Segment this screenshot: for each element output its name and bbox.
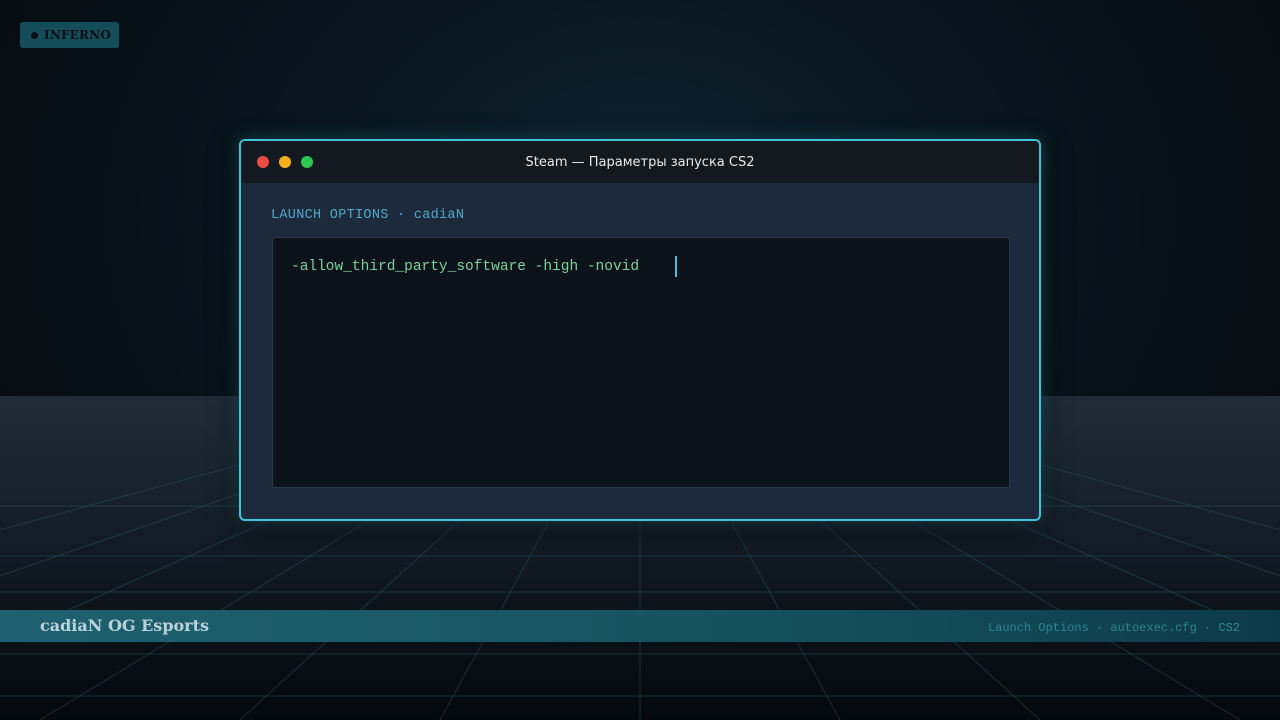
brand-name: cadiaN OG Esports (40, 616, 209, 635)
footer-meta: Launch Options · autoexec.cfg · CS2 (987, 621, 1240, 635)
minimize-icon[interactable] (279, 156, 291, 168)
text-cursor (675, 256, 677, 277)
scene: INFERNO Steam — Параметры запуска CS2 LA… (0, 0, 1280, 720)
footer-bar: cadiaN OG Esports Launch Options · autoe… (0, 610, 1280, 642)
dot-icon (31, 31, 38, 39)
title-bar[interactable]: Steam — Параметры запуска CS2 (241, 141, 1039, 183)
map-badge: INFERNO (20, 22, 119, 48)
launch-options-window: Steam — Параметры запуска CS2 LAUNCH OPT… (239, 139, 1041, 521)
maximize-icon[interactable] (301, 156, 313, 168)
map-name: INFERNO (44, 28, 112, 42)
launch-options-input[interactable]: -allow_third_party_software -high -novid (272, 237, 1010, 488)
window-title: Steam — Параметры запуска CS2 (525, 155, 755, 170)
section-label: LAUNCH OPTIONS · cadiaN (271, 208, 465, 223)
launch-options-text: -allow_third_party_software -high -novid (291, 259, 640, 275)
close-icon[interactable] (257, 156, 269, 168)
